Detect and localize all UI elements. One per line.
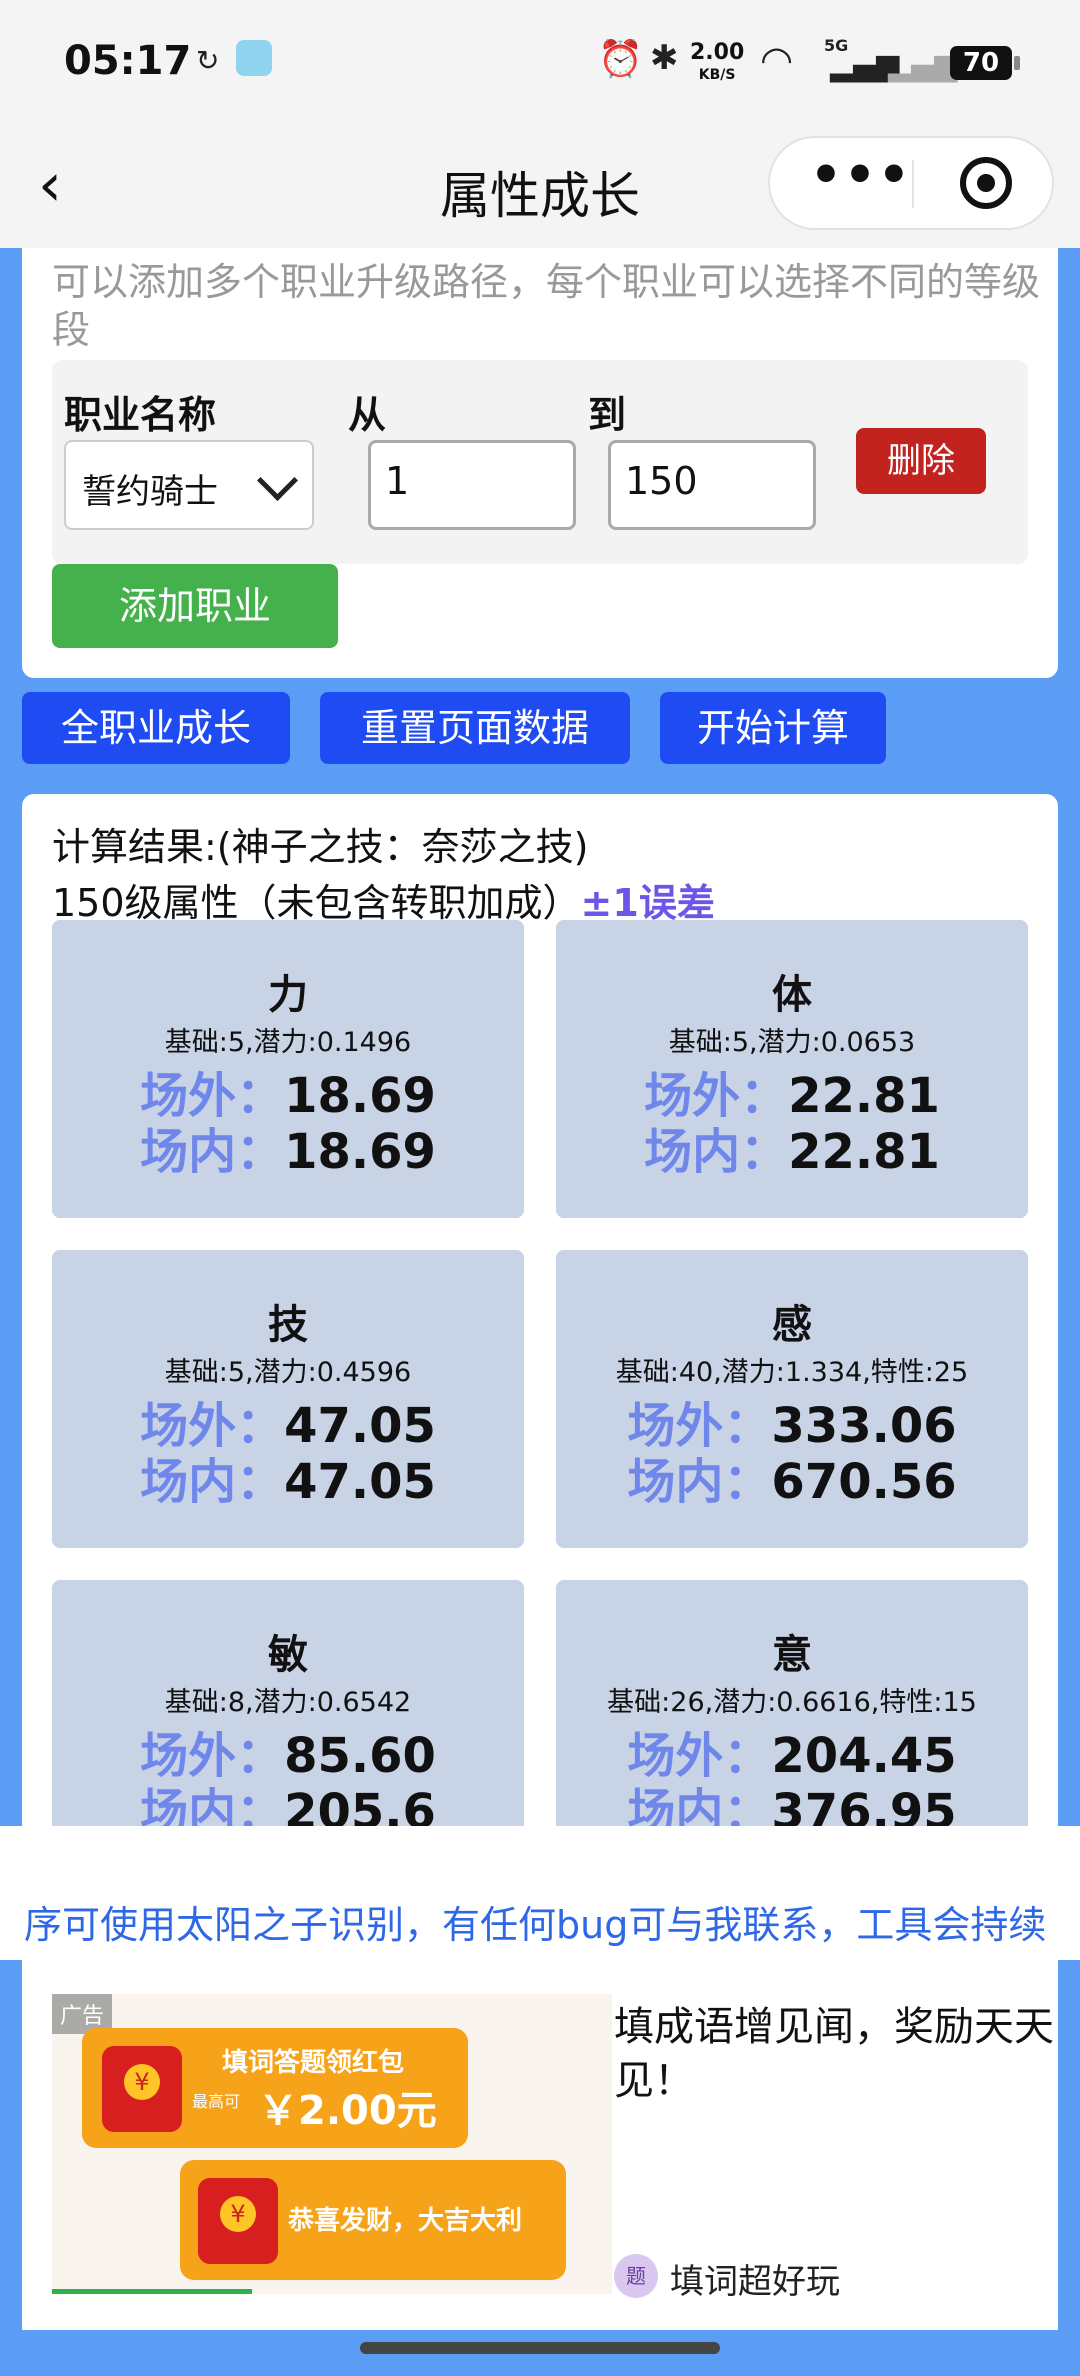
battery-indicator: 70 bbox=[950, 46, 1020, 80]
app-notification-icon bbox=[236, 40, 272, 76]
capsule-divider bbox=[912, 160, 914, 208]
job-select-value: 誓约骑士 bbox=[82, 472, 218, 512]
red-envelope-icon bbox=[198, 2178, 278, 2264]
inside-label: 场内： bbox=[644, 1124, 789, 1180]
stat-inside-row: 场内：670.56 bbox=[556, 1442, 1028, 1512]
result-subtitle: 150级属性（未包含转职加成）±1误差 bbox=[52, 872, 715, 927]
job-name-label: 职业名称 bbox=[64, 393, 217, 437]
stat-base: 基础:5,潜力:0.0653 bbox=[668, 1027, 916, 1058]
more-options-icon[interactable]: ••• bbox=[810, 146, 912, 204]
from-label: 从 bbox=[348, 393, 387, 437]
inside-value: 670.56 bbox=[771, 1454, 957, 1510]
red-envelope-icon bbox=[102, 2046, 182, 2132]
ad-banner-2-text: 恭喜发财，大吉大利 bbox=[288, 2206, 523, 2236]
result-title: 计算结果:(神子之技：奈莎之技) bbox=[52, 825, 589, 869]
stat-name: 敏 bbox=[268, 1632, 308, 1678]
ad-banner-1-title: 填词答题领红包 bbox=[222, 2048, 405, 2078]
network-speed-value: 2.00 bbox=[690, 40, 745, 65]
inside-value: 18.69 bbox=[284, 1124, 436, 1180]
stat-name: 意 bbox=[772, 1632, 812, 1678]
inside-label: 场内： bbox=[140, 1454, 285, 1510]
ad-banner-1: 填词答题领红包 最高可 ￥2.00元 bbox=[82, 2028, 468, 2148]
status-time: 05:17 bbox=[64, 38, 192, 84]
job-config-description: 可以添加多个职业升级路径，每个职业可以选择不同的等级段 bbox=[52, 260, 1041, 352]
wifi-icon: ◠ bbox=[760, 38, 794, 82]
network-speed-unit: KB/S bbox=[698, 67, 736, 83]
inside-value: 22.81 bbox=[788, 1124, 940, 1180]
ad-banner-2: 恭喜发财，大吉大利 bbox=[180, 2160, 566, 2280]
to-level-input[interactable]: 150 bbox=[608, 440, 816, 530]
ad-banner-1-sub: 最高可 bbox=[192, 2092, 241, 2111]
ad-headline[interactable]: 填成语增见闻，奖励天天见！ bbox=[614, 2000, 1054, 2108]
stat-card-perception: 感 基础:40,潜力:1.334,特性:25 场外：333.06 场内：670.… bbox=[556, 1250, 1028, 1548]
job-select[interactable]: 誓约骑士 bbox=[64, 440, 314, 530]
ad-image[interactable]: 广告 填词答题领红包 最高可 ￥2.00元 恭喜发财，大吉大利 bbox=[52, 1994, 612, 2294]
inside-value: 47.05 bbox=[284, 1454, 436, 1510]
network-speed: 2.00 KB/S bbox=[690, 42, 744, 86]
sync-icon: ↻ bbox=[196, 44, 220, 77]
stat-name: 感 bbox=[772, 1302, 812, 1348]
ad-brand-name[interactable]: 填词超好玩 bbox=[670, 2254, 840, 2303]
ad-banner-1-amount: ￥2.00元 bbox=[258, 2088, 437, 2134]
close-target-icon[interactable] bbox=[960, 157, 1012, 209]
scrolling-notice-text: 序可使用太阳之子识别，有任何bug可与我联系，工具会持续 bbox=[24, 1903, 1047, 1947]
stat-card-strength: 力 基础:5,潜力:0.1496 场外：18.69 场内：18.69 bbox=[52, 920, 524, 1218]
chevron-down-icon bbox=[256, 459, 299, 502]
ad-brand-avatar: 题 bbox=[614, 2254, 658, 2298]
stat-name: 体 bbox=[772, 972, 812, 1018]
stat-name: 力 bbox=[268, 972, 308, 1018]
delete-job-button[interactable]: 删除 bbox=[856, 428, 986, 494]
navigation-bar: ‹ 属性成长 ••• bbox=[0, 130, 1080, 248]
start-calculate-button[interactable]: 开始计算 bbox=[660, 692, 886, 764]
stat-card-skill: 技 基础:5,潜力:0.4596 场外：47.05 场内：47.05 bbox=[52, 1250, 524, 1548]
stat-base: 基础:5,潜力:0.4596 bbox=[164, 1357, 412, 1388]
ad-progress-bar bbox=[52, 2289, 252, 2294]
mini-program-capsule: ••• bbox=[768, 136, 1054, 230]
inside-label: 场内： bbox=[140, 1124, 285, 1180]
result-level-note: 150级属性（未包含转职加成） bbox=[52, 881, 581, 925]
all-jobs-growth-button[interactable]: 全职业成长 bbox=[22, 692, 290, 764]
from-level-input[interactable]: 1 bbox=[368, 440, 576, 530]
stat-name: 技 bbox=[268, 1302, 308, 1348]
alarm-icon: ⏰ bbox=[598, 39, 643, 80]
error-note: ±1误差 bbox=[580, 881, 715, 925]
home-indicator[interactable] bbox=[360, 2342, 720, 2354]
stat-inside-row: 场内：18.69 bbox=[52, 1112, 524, 1182]
add-job-button[interactable]: 添加职业 bbox=[52, 564, 338, 648]
stat-base: 基础:26,潜力:0.6616,特性:15 bbox=[607, 1687, 977, 1718]
stat-inside-row: 场内：22.81 bbox=[556, 1112, 1028, 1182]
stat-base: 基础:5,潜力:0.1496 bbox=[164, 1027, 412, 1058]
stat-base: 基础:8,潜力:0.6542 bbox=[164, 1687, 412, 1718]
stat-card-constitution: 体 基础:5,潜力:0.0653 场外：22.81 场内：22.81 bbox=[556, 920, 1028, 1218]
job-row: 职业名称 从 到 誓约骑士 1 150 删除 bbox=[52, 360, 1028, 564]
bluetooth-icon: ✱ bbox=[650, 38, 679, 78]
inside-label: 场内： bbox=[627, 1454, 772, 1510]
stat-base: 基础:40,潜力:1.334,特性:25 bbox=[615, 1357, 969, 1388]
status-bar: 05:17 ↻ ⏰ ✱ 2.00 KB/S ◠ 5G ▂▄▆ ▂▄▆ 70 bbox=[0, 0, 1080, 130]
stat-inside-row: 场内：47.05 bbox=[52, 1442, 524, 1512]
to-label: 到 bbox=[588, 393, 627, 437]
cellular-signal-2-icon: ▂▄▆ bbox=[888, 48, 958, 83]
reset-page-button[interactable]: 重置页面数据 bbox=[320, 692, 630, 764]
scrolling-notice: 序可使用太阳之子识别，有任何bug可与我联系，工具会持续 bbox=[0, 1890, 1080, 1960]
job-config-card: 可以添加多个职业升级路径，每个职业可以选择不同的等级段 职业名称 从 到 誓约骑… bbox=[22, 248, 1058, 678]
